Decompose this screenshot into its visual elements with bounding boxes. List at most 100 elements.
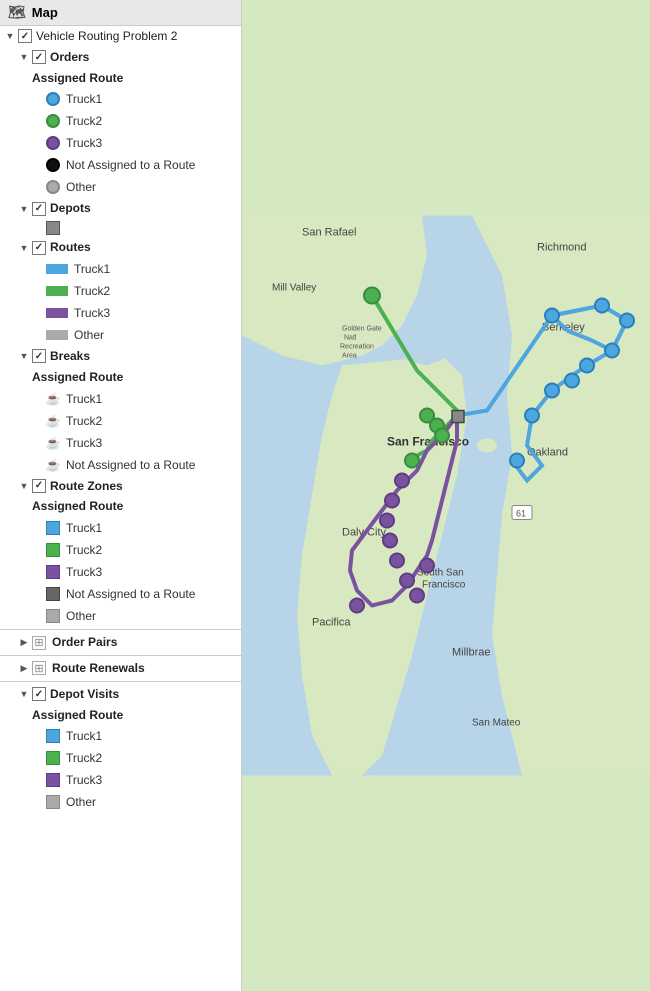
svg-text:Francisco: Francisco xyxy=(422,580,466,591)
depot-visits-checkbox[interactable] xyxy=(32,687,46,701)
order-pairs-label: Order Pairs xyxy=(52,634,117,651)
depot-visits-assigned-route-label: Assigned Route xyxy=(32,707,123,724)
divider-3 xyxy=(0,681,241,682)
route-renewals-grid-icon: ⊞ xyxy=(32,661,46,675)
breaks-truck1-label: Truck1 xyxy=(66,390,102,408)
breaks-expand xyxy=(18,350,30,362)
orders-expand xyxy=(18,51,30,63)
orders-section-header[interactable]: Orders xyxy=(0,47,241,68)
routes-truck1-label: Truck1 xyxy=(74,260,110,278)
map-panel[interactable]: San Rafael Richmond Mill Valley Berkeley… xyxy=(242,0,650,991)
depot-visits-truck1-item: Truck1 xyxy=(0,725,241,747)
routes-checkbox[interactable] xyxy=(32,241,46,255)
route-renewals-header[interactable]: ⊞ Route Renewals xyxy=(0,658,241,679)
root-label: Vehicle Routing Problem 2 xyxy=(36,28,177,45)
depot-visits-other-label: Other xyxy=(66,793,96,811)
label-san-mateo: San Mateo xyxy=(472,718,521,729)
route-zones-label: Route Zones xyxy=(50,478,123,495)
routes-expand xyxy=(18,242,30,254)
depot-visits-other-item: Other xyxy=(0,791,241,813)
route-zones-truck3-item: Truck3 xyxy=(0,561,241,583)
depot-visits-truck1-icon xyxy=(46,729,60,743)
breaks-label: Breaks xyxy=(50,348,90,365)
routes-other-icon xyxy=(46,330,68,340)
breaks-truck3-icon: ☕ xyxy=(46,436,60,450)
routes-truck2-label: Truck2 xyxy=(74,282,110,300)
order-pairs-expand xyxy=(18,637,30,649)
orders-checkbox[interactable] xyxy=(32,50,46,64)
depots-checkbox[interactable] xyxy=(32,202,46,216)
orders-unassigned-label: Not Assigned to a Route xyxy=(66,156,195,174)
route-renewals-expand xyxy=(18,662,30,674)
routes-truck2-icon xyxy=(46,286,68,296)
label-mill-valley: Mill Valley xyxy=(272,283,316,294)
depot-visits-section-header[interactable]: Depot Visits xyxy=(0,684,241,705)
orders-truck1-label: Truck1 xyxy=(66,90,102,108)
routes-truck3-icon xyxy=(46,308,68,318)
breaks-truck2-label: Truck2 xyxy=(66,412,102,430)
depots-symbol-icon xyxy=(46,221,60,235)
label-richmond: Richmond xyxy=(537,242,587,254)
root-expand-arrow xyxy=(4,30,16,42)
orders-truck2-icon xyxy=(46,114,60,128)
divider-1 xyxy=(0,629,241,630)
breaks-checkbox[interactable] xyxy=(32,349,46,363)
route-zones-section-header[interactable]: Route Zones xyxy=(0,476,241,497)
route-zones-truck1-item: Truck1 xyxy=(0,517,241,539)
panel-header-label: Map xyxy=(32,5,58,20)
breaks-unassigned-icon: ☕ xyxy=(46,458,60,472)
routes-label: Routes xyxy=(50,239,91,256)
breaks-truck2-icon: ☕ xyxy=(46,414,60,428)
label-millbrae: Millbrae xyxy=(452,647,491,659)
orders-truck2-label: Truck2 xyxy=(66,112,102,130)
main-container: 🗺 Map Vehicle Routing Problem 2 Orders A… xyxy=(0,0,650,991)
route-zones-assigned-route-label: Assigned Route xyxy=(32,498,123,515)
svg-text:Golden Gate: Golden Gate xyxy=(342,326,382,333)
depots-symbol-item xyxy=(0,219,241,237)
left-panel: 🗺 Map Vehicle Routing Problem 2 Orders A… xyxy=(0,0,242,991)
depots-label: Depots xyxy=(50,200,91,217)
route-zones-expand xyxy=(18,480,30,492)
svg-text:Area: Area xyxy=(342,353,357,360)
routes-section-header[interactable]: Routes xyxy=(0,237,241,258)
svg-text:Recreation: Recreation xyxy=(340,344,374,351)
orders-other-item: Other xyxy=(0,176,241,198)
breaks-section-header[interactable]: Breaks xyxy=(0,346,241,367)
route-zones-truck3-icon xyxy=(46,565,60,579)
depot-visits-truck3-item: Truck3 xyxy=(0,769,241,791)
breaks-assigned-route-header: Assigned Route xyxy=(0,367,241,388)
route-zones-other-icon xyxy=(46,609,60,623)
depot-visits-other-icon xyxy=(46,795,60,809)
orders-assigned-route-label: Assigned Route xyxy=(32,70,123,87)
routes-truck1-item: Truck1 xyxy=(0,258,241,280)
breaks-truck1-item: ☕ Truck1 xyxy=(0,388,241,410)
order-pairs-header[interactable]: ⊞ Order Pairs xyxy=(0,632,241,653)
depot-visits-truck2-icon xyxy=(46,751,60,765)
depot-visits-assigned-route-header: Assigned Route xyxy=(0,705,241,726)
route-zones-truck1-icon xyxy=(46,521,60,535)
route-zones-truck2-icon xyxy=(46,543,60,557)
depot-visits-expand xyxy=(18,688,30,700)
route-zones-truck3-label: Truck3 xyxy=(66,563,102,581)
orders-truck1-item: Truck1 xyxy=(0,88,241,110)
route-zones-checkbox[interactable] xyxy=(32,479,46,493)
orders-assigned-route-header: Assigned Route xyxy=(0,68,241,89)
orders-truck3-label: Truck3 xyxy=(66,134,102,152)
order-pairs-grid-icon: ⊞ xyxy=(32,636,46,650)
depot-visits-truck3-label: Truck3 xyxy=(66,771,102,789)
map-svg: San Rafael Richmond Mill Valley Berkeley… xyxy=(242,0,650,991)
orders-truck2-item: Truck2 xyxy=(0,110,241,132)
breaks-truck3-item: ☕ Truck3 xyxy=(0,432,241,454)
breaks-assigned-route-label: Assigned Route xyxy=(32,369,123,386)
orders-truck3-item: Truck3 xyxy=(0,132,241,154)
root-checkbox[interactable] xyxy=(18,29,32,43)
route-zones-unassigned-icon xyxy=(46,587,60,601)
depots-section-header[interactable]: Depots xyxy=(0,198,241,219)
panel-header: 🗺 Map xyxy=(0,0,241,26)
route-zones-other-label: Other xyxy=(66,607,96,625)
root-item[interactable]: Vehicle Routing Problem 2 xyxy=(0,26,241,47)
breaks-truck1-icon: ☕ xyxy=(46,392,60,406)
route-zones-unassigned-label: Not Assigned to a Route xyxy=(66,585,195,603)
orders-other-label: Other xyxy=(66,178,96,196)
depot-visits-truck2-label: Truck2 xyxy=(66,749,102,767)
